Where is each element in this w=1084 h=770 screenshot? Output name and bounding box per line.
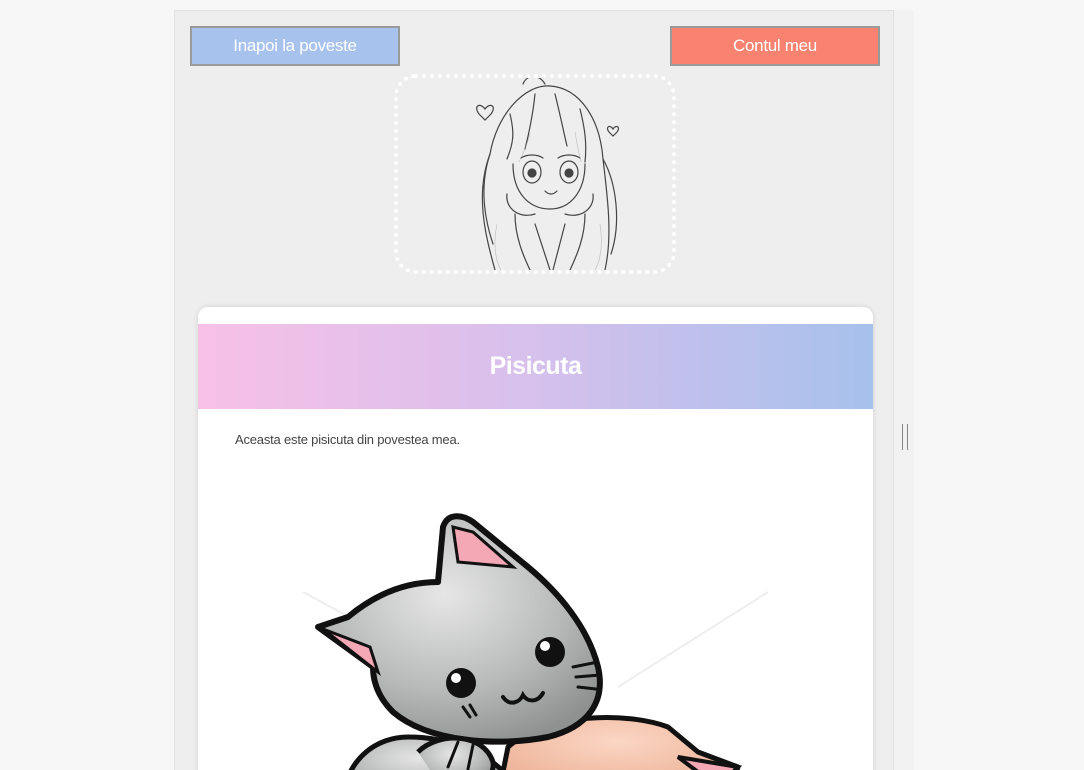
avatar — [394, 74, 676, 274]
character-description: Aceasta este pisicuta din povestea mea. — [235, 432, 460, 447]
character-image — [298, 497, 778, 770]
character-name: Pisicuta — [489, 352, 582, 380]
back-to-story-button[interactable]: Inapoi la poveste — [190, 26, 400, 66]
page-container: Inapoi la poveste Contul meu Pisicuta Ac… — [174, 10, 894, 770]
my-account-button[interactable]: Contul meu — [670, 26, 880, 66]
anime-girl-sketch-icon — [476, 78, 620, 270]
my-account-label: Contul meu — [733, 36, 817, 55]
card-header: Pisicuta — [198, 324, 873, 409]
character-card: Pisicuta Aceasta este pisicuta din poves… — [198, 307, 873, 770]
resize-handle[interactable] — [902, 424, 908, 450]
side-strip — [894, 10, 914, 770]
back-to-story-label: Inapoi la poveste — [233, 36, 357, 55]
gray-kitten-cartoon-icon — [302, 513, 769, 770]
